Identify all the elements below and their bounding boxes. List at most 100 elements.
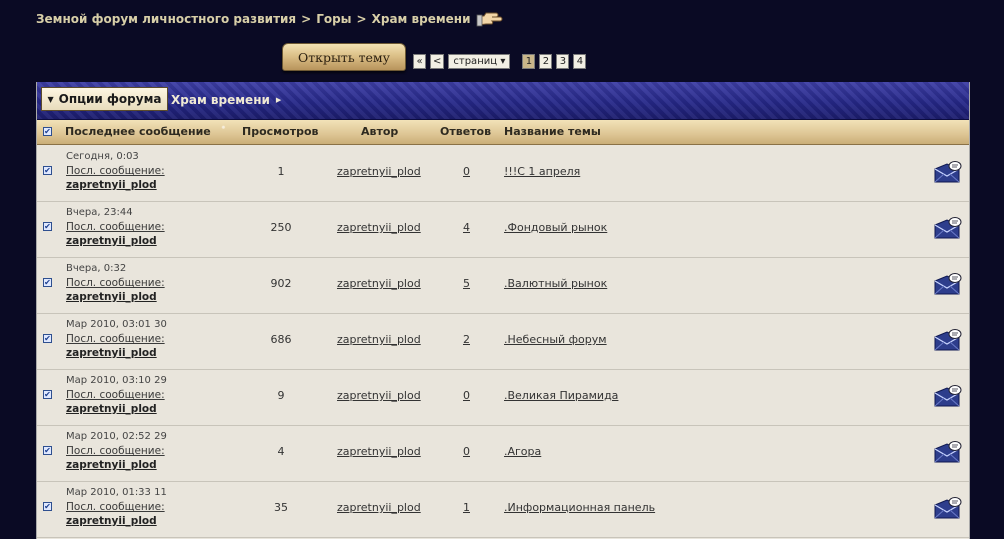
last-message-time: Вчера, 23:44 [66, 207, 133, 218]
breadcrumb: Земной форум личностного развития > Горы… [36, 9, 504, 29]
topic-link[interactable]: !!!С 1 апреля [504, 165, 580, 178]
replies-link[interactable]: 0 [463, 165, 470, 178]
row-checkbox[interactable]: ✔ [43, 446, 52, 455]
row-checkbox[interactable]: ✔ [43, 502, 52, 511]
col-replies[interactable]: Ответов [440, 125, 491, 138]
author-link[interactable]: zapretnyii_plod [337, 165, 421, 178]
author-link[interactable]: zapretnyii_plod [337, 333, 421, 346]
prev-page-button[interactable]: < [430, 54, 445, 69]
page-link-3[interactable]: 3 [556, 54, 570, 69]
last-message-link[interactable]: Посл. сообщение: [66, 389, 165, 401]
views-count: 9 [277, 389, 285, 402]
last-message-user[interactable]: zapretnyii_plod [66, 291, 157, 303]
breadcrumb-item-current[interactable]: Храм времени [372, 12, 471, 26]
views-count: 1 [277, 165, 285, 178]
last-message-time: Мар 2010, 03:01 30 [66, 319, 167, 330]
select-all-checkbox[interactable]: ✔ [43, 127, 52, 136]
row-checkbox[interactable]: ✔ [43, 166, 52, 175]
row-checkbox[interactable]: ✔ [43, 334, 52, 343]
row-checkbox[interactable]: ✔ [43, 390, 52, 399]
views-count: 902 [270, 277, 292, 290]
panel-header: ▼ Опции форума Храм времени ▶ [37, 82, 969, 120]
last-message-time: Мар 2010, 02:52 29 [66, 431, 167, 442]
author-link[interactable]: zapretnyii_plod [337, 389, 421, 402]
new-message-envelope-icon[interactable] [933, 271, 963, 297]
new-message-envelope-icon[interactable] [933, 159, 963, 185]
views-count: 250 [270, 221, 292, 234]
new-message-envelope-icon[interactable] [933, 215, 963, 241]
table-row: ✔ Сегодня, 0:03 Посл. сообщение: zapretn… [37, 145, 969, 202]
views-count: 4 [277, 445, 285, 458]
new-message-envelope-icon[interactable] [933, 439, 963, 465]
topic-link[interactable]: .Валютный рынок [504, 277, 607, 290]
breadcrumb-separator: > [356, 12, 367, 26]
pages-dropdown[interactable]: страниц ▾ [448, 54, 511, 69]
new-message-envelope-icon[interactable] [933, 383, 963, 409]
forum-options-label: Опции форума [58, 92, 162, 106]
replies-link[interactable]: 1 [463, 501, 470, 514]
last-message-link[interactable]: Посл. сообщение: [66, 277, 165, 289]
table-row: ✔ Вчера, 23:44 Посл. сообщение: zapretny… [37, 201, 969, 258]
col-views[interactable]: Просмотров [242, 125, 318, 138]
col-author[interactable]: Автор [361, 125, 398, 138]
chevron-down-icon: ▾ [500, 56, 506, 67]
topic-link[interactable]: .Небесный форум [504, 333, 607, 346]
last-message-user[interactable]: zapretnyii_plod [66, 347, 157, 359]
last-message-user[interactable]: zapretnyii_plod [66, 235, 157, 247]
topic-list-panel: ▼ Опции форума Храм времени ▶ ✔ Последне… [36, 82, 970, 539]
last-message-link[interactable]: Посл. сообщение: [66, 333, 165, 345]
last-message-link[interactable]: Посл. сообщение: [66, 221, 165, 233]
pages-dropdown-label: страниц [453, 56, 498, 67]
topic-link[interactable]: .Агора [504, 445, 541, 458]
replies-link[interactable]: 2 [463, 333, 470, 346]
triangle-down-icon: ▼ [47, 94, 54, 104]
author-link[interactable]: zapretnyii_plod [337, 221, 421, 234]
row-checkbox[interactable]: ✔ [43, 222, 52, 231]
breadcrumb-item-forum[interactable]: Земной форум личностного развития [36, 12, 296, 26]
page-link-2[interactable]: 2 [539, 54, 553, 69]
table-row: ✔ Мар 2010, 03:01 30 Посл. сообщение: za… [37, 313, 969, 370]
replies-link[interactable]: 0 [463, 389, 470, 402]
last-message-user[interactable]: zapretnyii_plod [66, 179, 157, 191]
triangle-right-icon: ▶ [275, 96, 282, 104]
topic-link[interactable]: .Информационная панель [504, 501, 655, 514]
forum-title-text: Храм времени [171, 93, 270, 107]
row-checkbox[interactable]: ✔ [43, 278, 52, 287]
open-topic-button[interactable]: Открыть тему [282, 43, 406, 71]
pagination: « < страниц ▾ 1 2 3 4 [413, 54, 590, 69]
last-message-time: Вчера, 0:32 [66, 263, 127, 274]
views-count: 686 [270, 333, 292, 346]
author-link[interactable]: zapretnyii_plod [337, 277, 421, 290]
col-topic-name[interactable]: Название темы [504, 125, 601, 138]
replies-link[interactable]: 5 [463, 277, 470, 290]
author-link[interactable]: zapretnyii_plod [337, 501, 421, 514]
breadcrumb-item-mountains[interactable]: Горы [316, 12, 351, 26]
last-message-link[interactable]: Посл. сообщение: [66, 445, 165, 457]
last-message-user[interactable]: zapretnyii_plod [66, 459, 157, 471]
topic-link[interactable]: .Фондовый рынок [504, 221, 607, 234]
views-count: 35 [274, 501, 288, 514]
page-link-4[interactable]: 4 [573, 54, 587, 69]
topic-link[interactable]: .Великая Пирамида [504, 389, 618, 402]
column-header: ✔ Последнее сообщение Просмотров Автор О… [37, 120, 969, 145]
last-message-time: Сегодня, 0:03 [66, 151, 139, 162]
toolbar: Открыть тему [282, 42, 406, 72]
breadcrumb-separator: > [301, 12, 312, 26]
col-last-message[interactable]: Последнее сообщение [65, 125, 211, 138]
replies-link[interactable]: 4 [463, 221, 470, 234]
last-message-link[interactable]: Посл. сообщение: [66, 501, 165, 513]
last-message-user[interactable]: zapretnyii_plod [66, 403, 157, 415]
new-message-envelope-icon[interactable] [933, 495, 963, 521]
replies-link[interactable]: 0 [463, 445, 470, 458]
last-message-user[interactable]: zapretnyii_plod [66, 515, 157, 527]
forum-options-button[interactable]: ▼ Опции форума [41, 87, 168, 111]
last-message-link[interactable]: Посл. сообщение: [66, 165, 165, 177]
table-row: ✔ Вчера, 0:32 Посл. сообщение: zapretnyi… [37, 257, 969, 314]
forum-title[interactable]: Храм времени ▶ [171, 93, 281, 107]
last-message-time: Мар 2010, 03:10 29 [66, 375, 167, 386]
pointing-hand-icon [476, 10, 504, 28]
first-page-button[interactable]: « [413, 54, 426, 69]
page-link-1[interactable]: 1 [522, 54, 536, 69]
new-message-envelope-icon[interactable] [933, 327, 963, 353]
author-link[interactable]: zapretnyii_plod [337, 445, 421, 458]
